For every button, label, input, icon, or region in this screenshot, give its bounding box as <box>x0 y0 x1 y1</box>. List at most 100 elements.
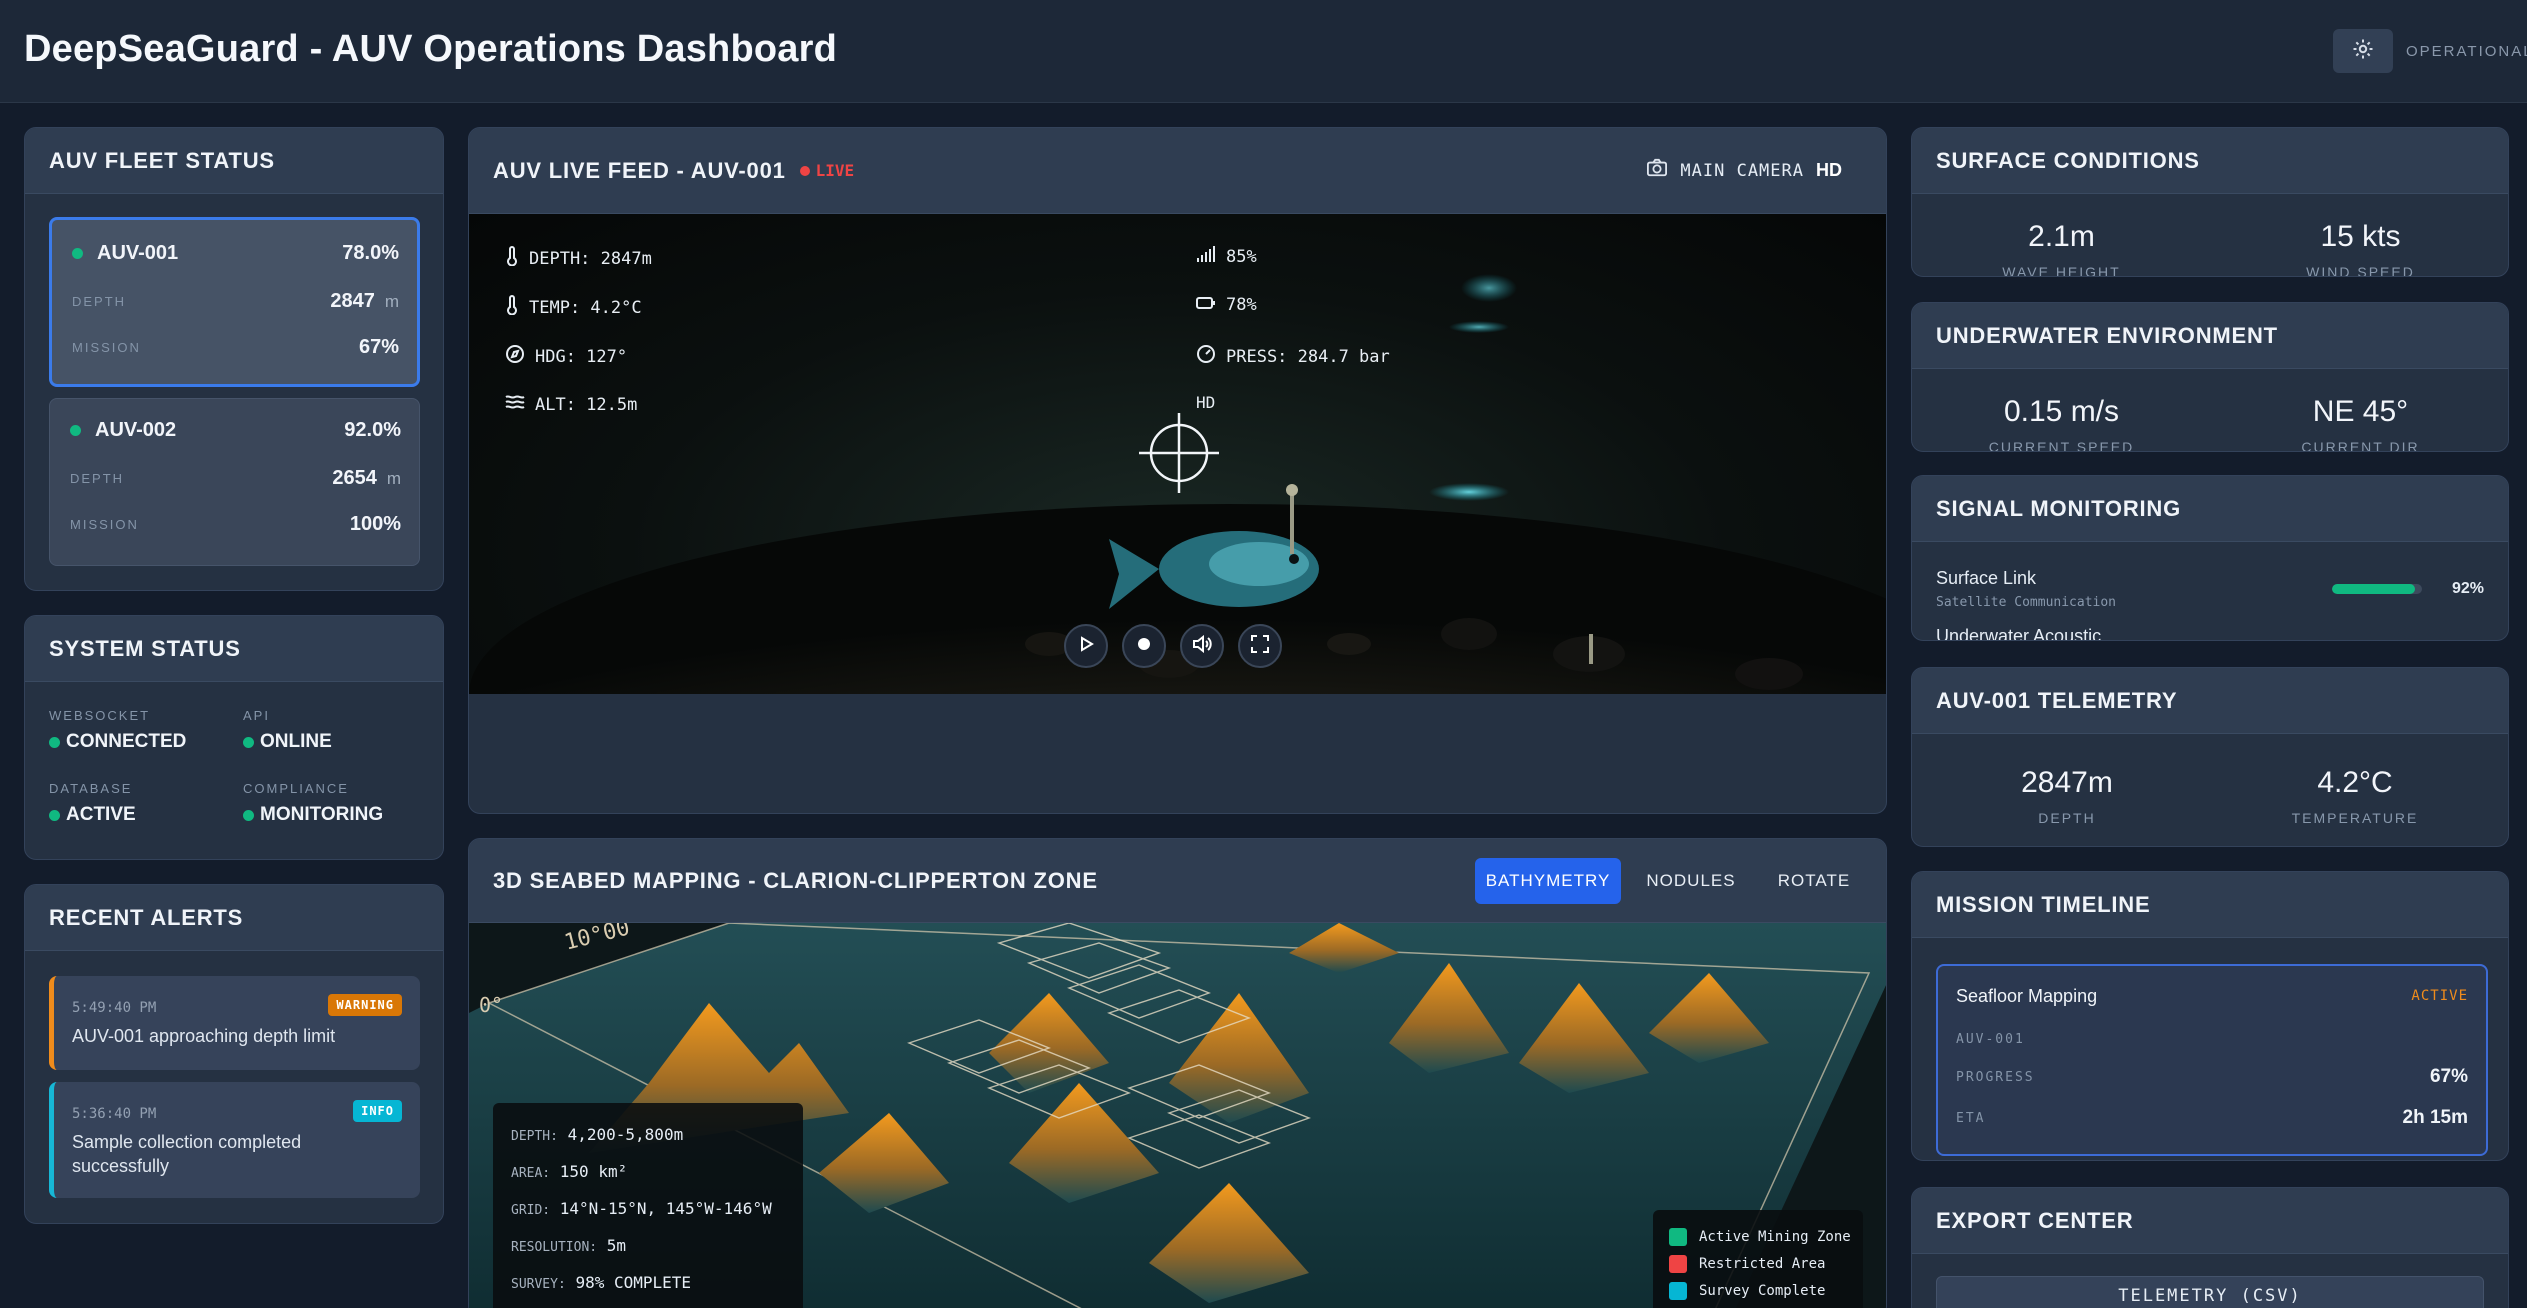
export-center-title: EXPORT CENTER <box>1936 1207 2134 1233</box>
signal-percent: 92% <box>2451 580 2484 597</box>
camera-icon <box>1646 158 1668 183</box>
metric-value: 0.15 m/s <box>2003 395 2120 428</box>
signal-readout: 85% <box>1196 246 1257 267</box>
alert-time: 5:36:40 PM <box>72 1106 157 1122</box>
mission-timeline-panel: MISSION TIMELINE Seafloor Mapping ACTIVE… <box>1911 871 2509 1161</box>
thermometer-icon <box>505 295 519 320</box>
depth-value: DEPTH: 2847m <box>529 248 652 269</box>
depth-label: DEPTH <box>72 294 127 309</box>
mission-name: Seafloor Mapping <box>1956 986 2098 1006</box>
heading-readout: HDG: 127° <box>505 344 627 369</box>
info-value: 5m <box>606 1236 626 1255</box>
underwater-environment-title: UNDERWATER ENVIRONMENT <box>1936 322 2278 348</box>
status-dot <box>72 248 83 259</box>
legend-swatch <box>1669 1228 1687 1246</box>
temp-readout: TEMP: 4.2°C <box>505 295 642 320</box>
fullscreen-button[interactable] <box>1238 624 1282 668</box>
fullscreen-icon <box>1251 634 1269 658</box>
signal-item-surface: Surface Link Satellite Communication <box>1936 568 2116 610</box>
legend-label: Active Mining Zone <box>1699 1229 1851 1245</box>
tab-nodules[interactable]: NODULES <box>1633 858 1749 904</box>
status-dot <box>243 736 254 748</box>
status-dot <box>70 425 81 436</box>
heading-value: HDG: 127° <box>535 346 628 367</box>
play-button[interactable] <box>1064 624 1108 668</box>
depth-readout: DEPTH: 2847m <box>505 246 652 271</box>
progress-value: 67% <box>2429 1066 2468 1087</box>
crosshair-icon <box>1135 409 1223 502</box>
info-key: RESOLUTION: <box>511 1240 598 1255</box>
tab-rotate[interactable]: ROTATE <box>1761 858 1867 904</box>
status-dot <box>49 736 60 748</box>
axis-label: 0° <box>479 993 504 1017</box>
depth-unit: m <box>386 469 401 488</box>
live-feed-panel: AUV LIVE FEED - AUV-001 LIVE MAIN CAMERA… <box>468 127 1887 814</box>
live-feed-title: AUV LIVE FEED - AUV-001 <box>493 157 786 183</box>
fleet-card-auv-002[interactable]: AUV-002 92.0% DEPTH 2654 m MISSION 100% <box>49 398 420 566</box>
tab-bathymetry[interactable]: BATHYMETRY <box>1475 858 1621 904</box>
temp-value: TEMP: 4.2°C <box>529 297 642 318</box>
seabed-mapping-title: 3D SEABED MAPPING - CLARION-CLIPPERTON Z… <box>493 867 1098 893</box>
volume-button[interactable] <box>1180 624 1224 668</box>
thermometer-icon <box>505 246 519 271</box>
info-key: SURVEY: <box>511 1277 566 1292</box>
live-dot <box>799 165 810 176</box>
info-row: RESOLUTION: 5m <box>511 1236 626 1255</box>
mission-timeline-title: MISSION TIMELINE <box>1936 891 2151 917</box>
telemetry-panel: AUV-001 TELEMETRY 2847m DEPTH 4.2°C TEMP… <box>1911 667 2509 847</box>
waves-icon <box>505 393 525 416</box>
top-bar: DeepSeaGuard - AUV Operations Dashboard … <box>0 0 2527 103</box>
status-database: DATABASE ACTIVE <box>49 781 136 826</box>
system-status-panel: SYSTEM STATUS WEBSOCKET CONNECTED API ON… <box>24 615 444 860</box>
map-legend: Active Mining Zone Restricted Area Surve… <box>1653 1210 1863 1308</box>
alert-time: 5:49:40 PM <box>72 1000 157 1016</box>
wave-height-metric: 2.1m WAVE HEIGHT <box>1912 220 2211 277</box>
seabed-map[interactable]: 10°00 0° DEPTH: 4,200-5,800m AREA: 150 k… <box>469 923 1886 1308</box>
status-label: WEBSOCKET <box>49 708 151 723</box>
legend-label: Survey Complete <box>1699 1283 1826 1299</box>
metric-value: 2.1m <box>2028 220 2095 253</box>
metric-label: TEMPERATURE <box>2291 810 2419 826</box>
battery-value: 78% <box>1226 295 1257 315</box>
info-row: AREA: 150 km² <box>511 1162 627 1181</box>
wind-speed-metric: 15 kts WIND SPEED <box>2211 220 2508 277</box>
metric-label: WIND SPEED <box>2306 264 2415 277</box>
battery-readout: 78% <box>1196 295 1257 315</box>
camera-selector[interactable]: MAIN CAMERA HD <box>1646 158 1842 183</box>
seabed-mapping-panel: 3D SEABED MAPPING - CLARION-CLIPPERTON Z… <box>468 838 1887 1308</box>
record-button[interactable] <box>1122 624 1166 668</box>
metric-value: 4.2°C <box>2317 766 2393 799</box>
eta-label: ETA <box>1956 1111 1986 1126</box>
mission-card[interactable]: Seafloor Mapping ACTIVE AUV-001 PROGRESS… <box>1936 964 2488 1156</box>
status-api: API ONLINE <box>243 708 332 753</box>
info-value: 150 km² <box>559 1162 628 1181</box>
camera-name: MAIN CAMERA <box>1680 160 1804 181</box>
alert-item[interactable]: 5:49:40 PM WARNING AUV-001 approaching d… <box>49 976 420 1070</box>
system-status-title: SYSTEM STATUS <box>49 635 241 661</box>
seabed-info-box: DEPTH: 4,200-5,800m AREA: 150 km² GRID: … <box>493 1103 803 1308</box>
status-value: MONITORING <box>260 804 384 825</box>
fleet-card-auv-001[interactable]: AUV-001 78.0% DEPTH 2847 m MISSION 67% <box>49 217 420 387</box>
signal-bar <box>2332 584 2422 594</box>
video-feed[interactable]: DEPTH: 2847m TEMP: 4.2°C HDG: 127° ALT: … <box>469 214 1886 694</box>
metric-label: WAVE HEIGHT <box>2002 264 2121 277</box>
info-value: 4,200-5,800m <box>567 1125 684 1144</box>
telemetry-title: AUV-001 TELEMETRY <box>1936 687 2178 713</box>
legend-swatch <box>1669 1255 1687 1273</box>
signal-monitoring-panel: SIGNAL MONITORING Surface Link Satellite… <box>1911 475 2509 641</box>
status-compliance: COMPLIANCE MONITORING <box>243 781 383 826</box>
settings-button[interactable] <box>2333 29 2393 73</box>
current-speed-metric: 0.15 m/s CURRENT SPEED <box>1912 395 2211 451</box>
fleet-unit-battery: 78.0% <box>342 242 399 264</box>
surface-conditions-title: SURFACE CONDITIONS <box>1936 147 2200 173</box>
alert-item[interactable]: 5:36:40 PM INFO Sample collection comple… <box>49 1082 420 1198</box>
underwater-environment-panel: UNDERWATER ENVIRONMENT 0.15 m/s CURRENT … <box>1911 302 2509 452</box>
record-icon <box>1137 637 1151 656</box>
recent-alerts-panel: RECENT ALERTS 5:49:40 PM WARNING AUV-001… <box>24 884 444 1224</box>
compass-icon <box>505 344 525 369</box>
export-center-panel: EXPORT CENTER TELEMETRY (CSV) <box>1911 1187 2509 1308</box>
metric-value: 2847m <box>2021 766 2113 799</box>
export-telemetry-button[interactable]: TELEMETRY (CSV) <box>1936 1276 2484 1308</box>
info-value: 98% COMPLETE <box>575 1273 692 1292</box>
info-key: DEPTH: <box>511 1129 558 1144</box>
